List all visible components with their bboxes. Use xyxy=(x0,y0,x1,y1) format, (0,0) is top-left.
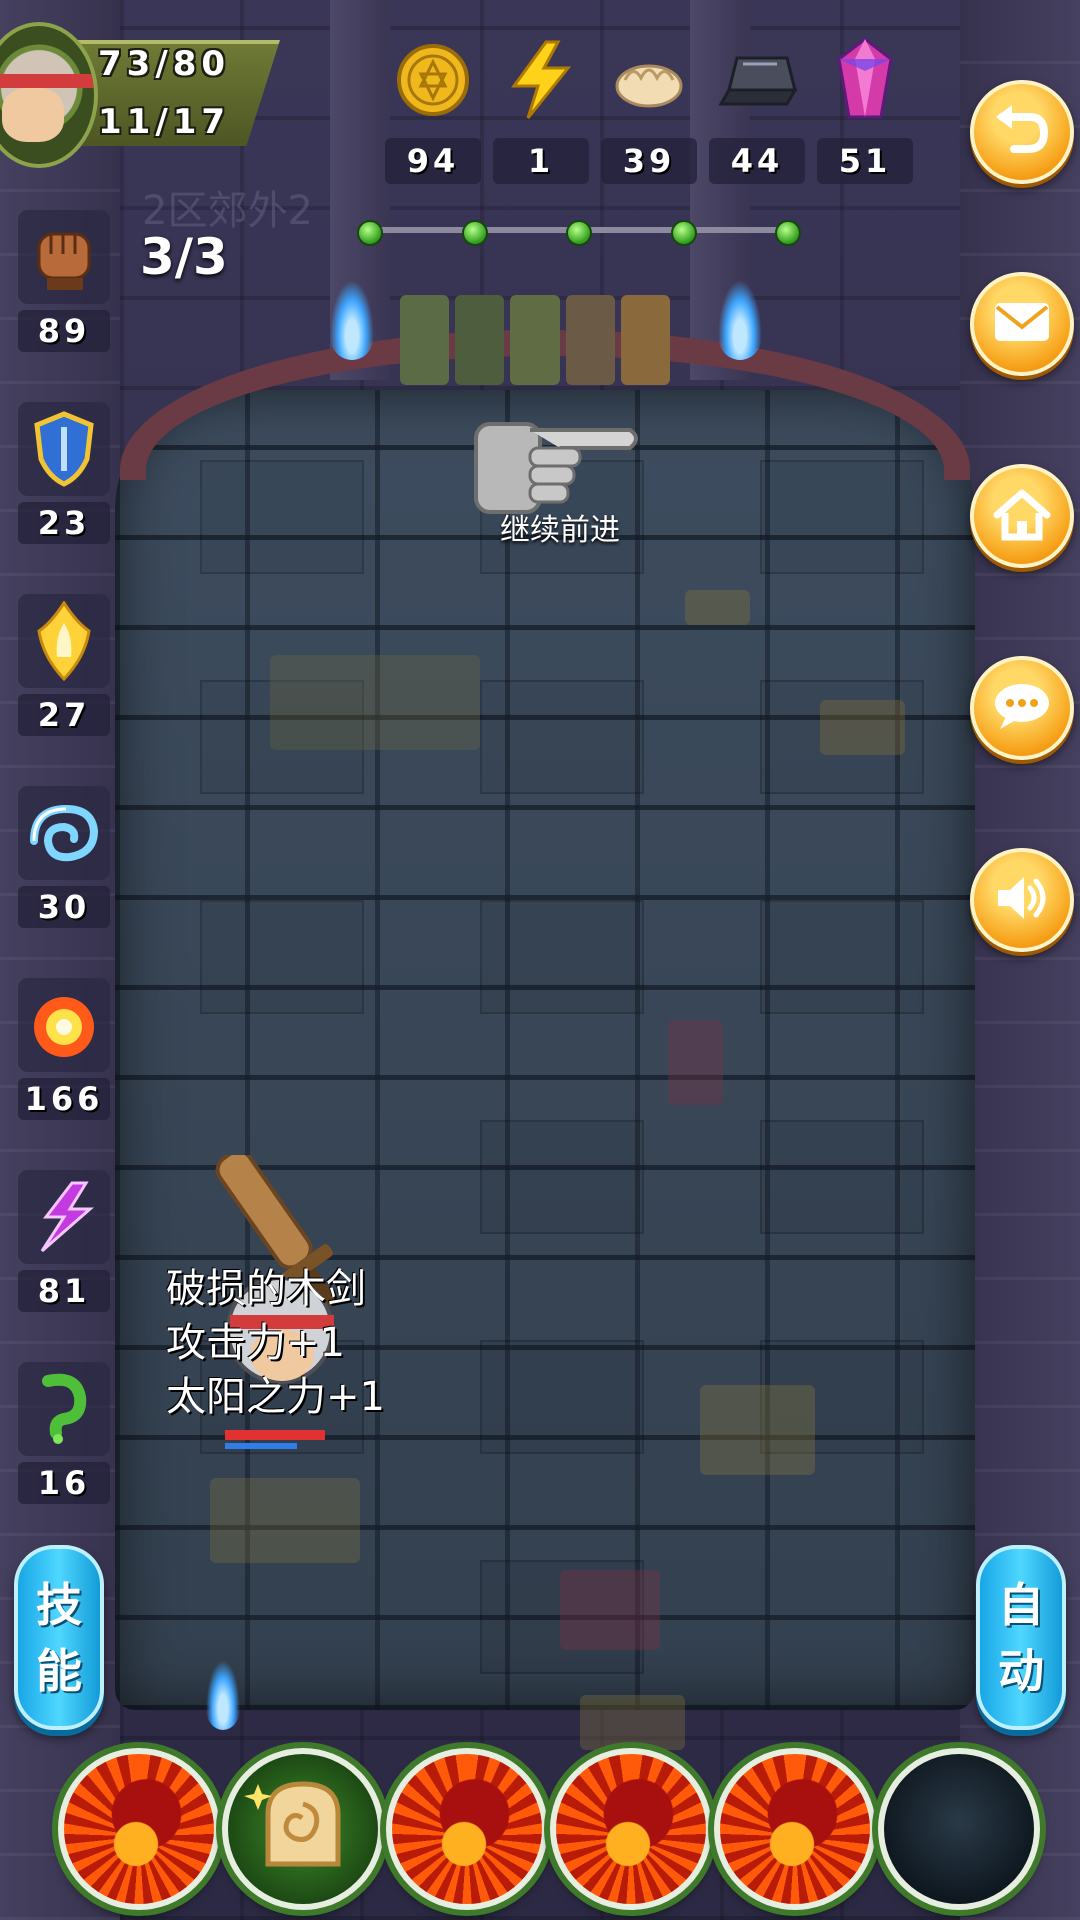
floor-tile xyxy=(200,460,364,574)
stage-progress-dot xyxy=(670,220,697,246)
stage-progress-dot xyxy=(461,220,488,246)
floor-tile xyxy=(480,1340,644,1454)
gold-value: 94 xyxy=(385,138,481,184)
floor-tile-tint xyxy=(668,1020,723,1105)
auto-label-2: 动 xyxy=(998,1643,1044,1698)
level-progress-text: 11/17 xyxy=(98,102,231,142)
floor-tile-tint xyxy=(700,1385,815,1475)
shield-icon xyxy=(18,402,110,496)
stat-water[interactable]: 30 xyxy=(18,786,110,928)
return-button[interactable] xyxy=(970,80,1074,184)
resource-energy: 1 xyxy=(493,30,589,190)
iron-ingot-icon xyxy=(709,30,805,130)
hero-mp-bar xyxy=(225,1443,297,1449)
skill-slot-1[interactable] xyxy=(58,1748,220,1910)
avatar-face xyxy=(2,88,64,142)
holy-flame-icon xyxy=(18,594,110,688)
floor-tile-tint xyxy=(560,1570,660,1650)
auto-button[interactable]: 自 动 xyxy=(976,1545,1066,1730)
stat-holy[interactable]: 27 xyxy=(18,594,110,736)
resource-iron: 44 xyxy=(709,30,805,190)
gate-stones xyxy=(400,295,671,385)
floor-tile-tint xyxy=(685,590,750,625)
stage-progress-dot xyxy=(566,220,592,246)
skill-slot-2[interactable] xyxy=(222,1748,384,1910)
resource-gold: 94 xyxy=(385,30,481,190)
floor-tile xyxy=(760,900,924,1014)
floor-tile xyxy=(480,900,644,1014)
continue-hint: 继续前进 xyxy=(500,513,620,548)
resource-crystal: 51 xyxy=(817,30,913,190)
sound-icon xyxy=(994,873,1050,927)
water-swirl-icon xyxy=(18,786,110,880)
hero-hp-bar xyxy=(225,1430,325,1440)
home-icon xyxy=(993,487,1051,545)
floor-tile-tint xyxy=(210,1478,360,1563)
return-icon xyxy=(994,105,1050,159)
gold-coin-icon xyxy=(385,30,481,130)
floor-tile-tint xyxy=(270,655,480,750)
stat-lightning[interactable]: 81 xyxy=(18,1170,110,1312)
stage-progress-dot xyxy=(357,220,383,246)
mail-icon xyxy=(993,301,1051,347)
skill-label-1: 技 xyxy=(36,1577,82,1632)
skill-slot-6-empty[interactable] xyxy=(878,1748,1040,1910)
home-button[interactable] xyxy=(970,464,1074,568)
floor-tile xyxy=(200,900,364,1014)
stat-defense-value: 23 xyxy=(18,502,110,544)
dumpling-icon xyxy=(601,30,697,130)
skill-label-2: 能 xyxy=(36,1643,82,1698)
stat-water-value: 30 xyxy=(18,886,110,928)
green-poison-icon xyxy=(18,1362,110,1456)
loot-sun-bonus: 太阳之力+1 xyxy=(166,1374,385,1420)
stat-lightning-value: 81 xyxy=(18,1270,110,1312)
skill-slot-3[interactable] xyxy=(386,1748,548,1910)
stat-poison-value: 16 xyxy=(18,1462,110,1504)
stat-holy-value: 27 xyxy=(18,694,110,736)
mail-button[interactable] xyxy=(970,272,1074,376)
stat-attack-value: 89 xyxy=(18,310,110,352)
crystal-icon xyxy=(817,30,913,130)
floor-tile xyxy=(480,1120,644,1234)
floor-tile-tint xyxy=(820,700,905,755)
stat-defense[interactable]: 23 xyxy=(18,402,110,544)
stat-poison[interactable]: 16 xyxy=(18,1362,110,1504)
stage-progress-dot xyxy=(775,220,801,246)
loot-item-name: 破损的木剑 xyxy=(166,1266,366,1312)
floor-tile xyxy=(760,460,924,574)
fist-icon xyxy=(18,210,110,304)
skill-slot-5[interactable] xyxy=(714,1748,876,1910)
sound-button[interactable] xyxy=(970,848,1074,952)
auto-label-1: 自 xyxy=(998,1577,1044,1632)
iron-value: 44 xyxy=(709,138,805,184)
fire-sun-icon xyxy=(18,978,110,1072)
loot-popup: 破损的木剑 攻击力+1 太阳之力+1 xyxy=(166,1262,385,1424)
skill-slot-4[interactable] xyxy=(550,1748,712,1910)
floor-tile-tint xyxy=(580,1695,685,1750)
energy-value: 1 xyxy=(493,138,589,184)
floor-tile xyxy=(480,680,644,794)
resource-dumpling: 39 xyxy=(601,30,697,190)
crystal-value: 51 xyxy=(817,138,913,184)
skill-button[interactable]: 技 能 xyxy=(14,1545,104,1730)
loot-attack-bonus: 攻击力+1 xyxy=(166,1320,345,1366)
dumpling-value: 39 xyxy=(601,138,697,184)
hp-text: 73/80 xyxy=(98,44,231,84)
stat-attack[interactable]: 89 xyxy=(18,210,110,352)
chat-icon xyxy=(992,681,1052,735)
headband xyxy=(0,74,94,88)
purple-lightning-icon xyxy=(18,1170,110,1264)
attack-count-text: 3/3 xyxy=(140,228,228,286)
floor-tile xyxy=(760,1120,924,1234)
stat-fire[interactable]: 166 xyxy=(18,978,110,1120)
lightning-icon xyxy=(493,30,589,130)
stat-fire-value: 166 xyxy=(18,1078,110,1120)
chat-button[interactable] xyxy=(970,656,1074,760)
